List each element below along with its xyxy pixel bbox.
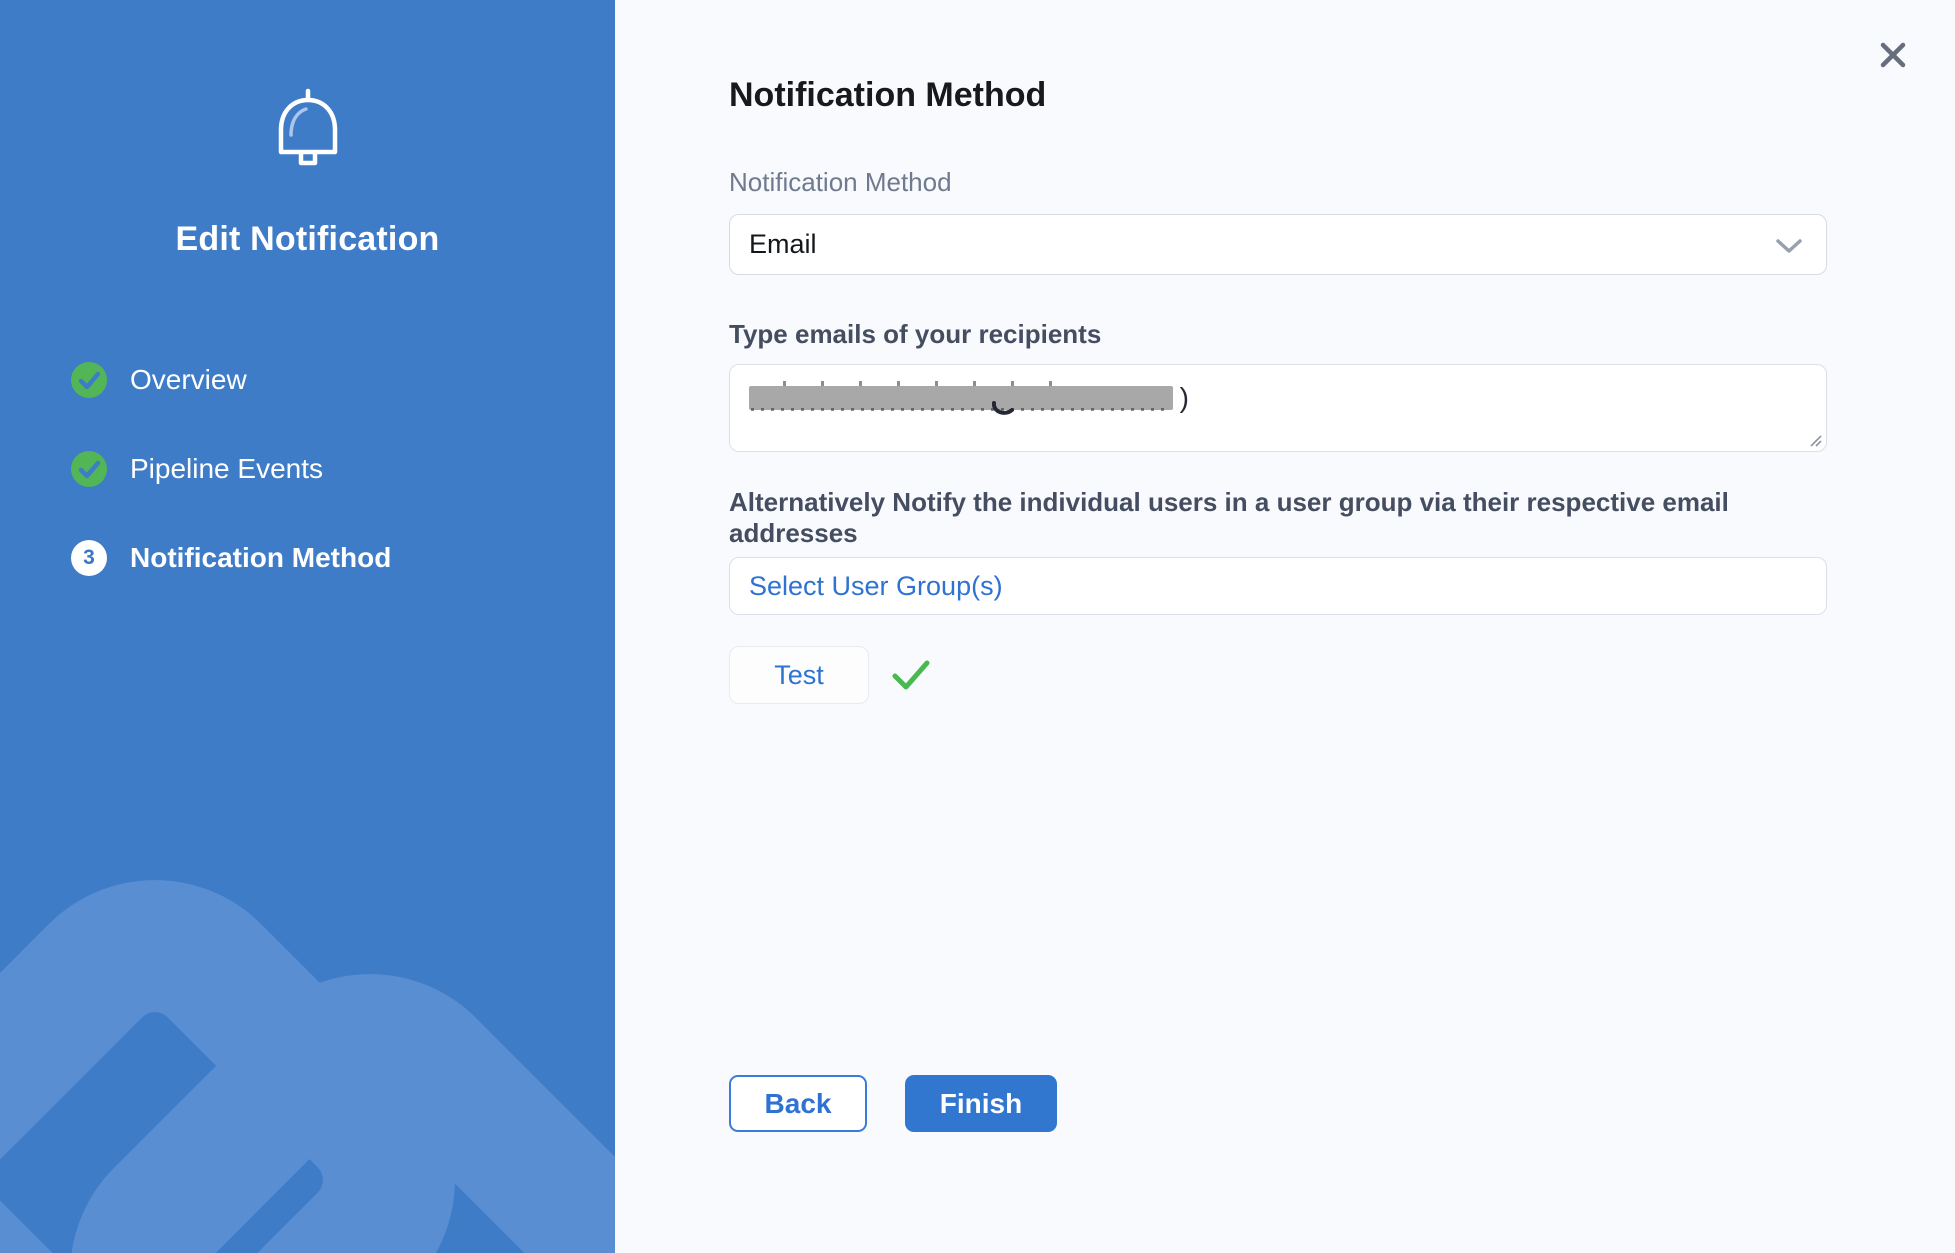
wizard-footer: Back Finish [729,1075,1057,1132]
notification-method-label: Notification Method [729,167,1827,198]
notification-method-select[interactable]: Email [729,214,1827,275]
finish-button[interactable]: Finish [905,1075,1057,1132]
page-title: Notification Method [729,76,1827,115]
select-user-groups-label: Select User Group(s) [749,571,1003,602]
step-number-badge: 3 [71,540,107,576]
wizard-title: Edit Notification [0,220,615,259]
select-user-groups-button[interactable]: Select User Group(s) [729,557,1827,615]
step-complete-check-icon [71,362,107,398]
close-button[interactable] [1877,39,1909,71]
step-label: Notification Method [130,542,391,574]
redacted-email-value: ) [749,386,1173,410]
notification-method-panel: Notification Method Notification Method … [615,0,1955,1253]
back-button[interactable]: Back [729,1075,867,1132]
selected-method-value: Email [749,229,817,260]
close-icon [1877,39,1909,71]
brand-watermark-logo [0,633,615,1253]
step-complete-check-icon [71,451,107,487]
step-pipeline-events[interactable]: Pipeline Events [0,451,615,487]
step-notification-method[interactable]: 3 Notification Method [0,540,615,576]
bell-icon [270,88,346,174]
wizard-steps: Overview Pipeline Events 3 Notification … [0,362,615,576]
textarea-resize-handle[interactable] [1808,433,1822,447]
test-button[interactable]: Test [729,646,869,704]
step-label: Pipeline Events [130,453,323,485]
chevron-down-icon [1776,239,1802,254]
test-success-check-icon [891,659,931,691]
step-label: Overview [130,364,247,396]
user-group-hint: Alternatively Notify the individual user… [729,487,1827,549]
recipients-textarea[interactable]: ) [729,364,1827,452]
step-overview[interactable]: Overview [0,362,615,398]
recipients-label: Type emails of your recipients [729,319,1827,350]
wizard-sidebar: Edit Notification Overview Pipeline Even… [0,0,615,1253]
